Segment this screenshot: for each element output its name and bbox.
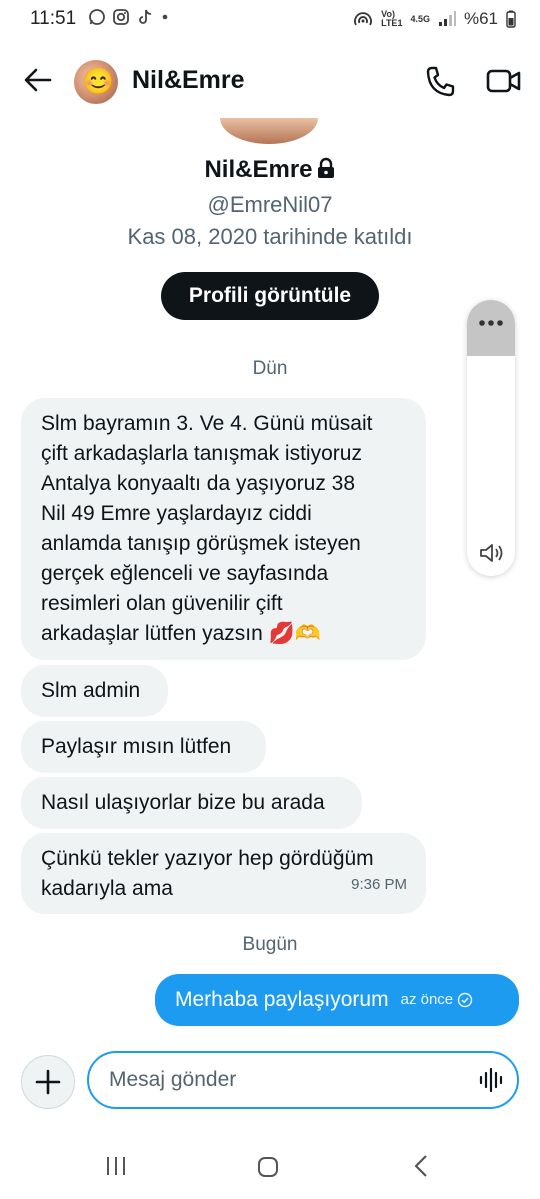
lock-icon <box>317 157 334 178</box>
battery-icon <box>506 10 516 28</box>
message-bubble-outgoing[interactable]: Merhaba paylaşıyorum az önce <box>155 974 519 1026</box>
whatsapp-icon <box>89 9 105 25</box>
arrow-left-icon <box>24 68 52 92</box>
recent-apps-icon[interactable] <box>104 1155 128 1177</box>
avatar[interactable]: 😊 <box>74 60 118 104</box>
volume-panel[interactable] <box>467 300 515 576</box>
phone-icon <box>426 66 455 97</box>
page-title[interactable]: Nil&Emre <box>132 66 245 95</box>
view-profile-button[interactable]: Profili görüntüle <box>161 272 379 320</box>
more-dots-icon <box>479 320 503 326</box>
message-line: anlamda tanışıp görüşmek isteyen <box>41 532 361 555</box>
message-line: arkadaşlar lütfen yazsın 💋🫶 <box>41 622 321 645</box>
smiley-icon: 😊 <box>82 66 115 96</box>
voice-waveform-icon[interactable] <box>479 1067 503 1093</box>
add-media-button[interactable] <box>21 1055 75 1109</box>
date-separator-yesterday: Dün <box>252 358 288 379</box>
plus-icon <box>35 1069 61 1095</box>
message-bubble[interactable]: Nasıl ulaşıyorlar bize bu arada <box>21 777 362 829</box>
status-bar: 11:51 Vo) LTE1 4.5G %61 <box>0 0 540 40</box>
volume-options-button[interactable] <box>467 300 515 356</box>
message-line: Paylaşır mısın lütfen <box>41 735 232 758</box>
message-line: Merhaba paylaşıyorum <box>175 988 389 1011</box>
message-time: az önce <box>400 991 454 1008</box>
profile-name: Nil&Emre <box>0 156 540 184</box>
status-time: 11:51 <box>30 8 77 29</box>
video-call-button[interactable] <box>486 66 522 96</box>
profile-picture <box>220 118 318 144</box>
message-bubble[interactable]: Paylaşır mısın lütfen <box>21 721 266 773</box>
profile-joined-date: Kas 08, 2020 tarihinde katıldı <box>127 224 413 249</box>
date-separator-today: Bugün <box>242 934 298 955</box>
home-icon[interactable] <box>257 1156 279 1178</box>
message-line: çift arkadaşlarla tanışmak istiyoruz <box>41 442 362 465</box>
dot-icon <box>162 14 168 20</box>
notification-icons <box>88 8 170 26</box>
message-line: Slm bayramın 3. Ve 4. Günü müsait <box>41 412 373 435</box>
signal-icon <box>438 11 456 26</box>
message-line: Nil 49 Emre yaşlardayız ciddi <box>41 502 312 525</box>
message-composer[interactable] <box>87 1051 519 1109</box>
profile-name-text: Nil&Emre <box>204 156 313 183</box>
speaker-icon[interactable] <box>478 541 506 565</box>
video-icon <box>486 69 521 93</box>
battery-percent: %61 <box>463 9 498 28</box>
message-line: resimleri olan güvenilir çift <box>41 592 283 615</box>
call-button[interactable] <box>424 64 456 98</box>
network-speed: 4.5G <box>410 13 430 24</box>
network-label-bottom: LTE1 <box>381 18 403 28</box>
message-time: 9:36 PM <box>351 876 407 893</box>
nav-back-icon[interactable] <box>410 1154 432 1178</box>
message-bubble[interactable]: Slm bayramın 3. Ve 4. Günü müsait çift a… <box>21 398 426 660</box>
profile-handle: @EmreNil07 <box>207 192 333 217</box>
message-line: gerçek eğlenceli ve sayfasında <box>41 562 329 585</box>
check-circle-icon <box>457 992 473 1008</box>
back-button[interactable] <box>22 62 54 98</box>
message-input[interactable] <box>109 1053 469 1107</box>
status-right-icons: Vo) LTE1 4.5G %61 <box>353 9 516 29</box>
hotspot-icon <box>354 12 372 26</box>
message-line: Slm admin <box>41 679 141 702</box>
message-line: Antalya konyaaltı da yaşıyoruz 38 <box>41 472 356 495</box>
tiktok-icon <box>139 9 152 24</box>
volte-label: Vo) LTE1 <box>381 10 402 28</box>
message-bubble[interactable]: Çünkü tekler yazıyor hep gördüğüm kadarı… <box>21 833 426 914</box>
message-line: Nasıl ulaşıyorlar bize bu arada <box>41 791 325 814</box>
message-bubble[interactable]: Slm admin <box>21 665 168 717</box>
instagram-icon <box>113 9 129 25</box>
